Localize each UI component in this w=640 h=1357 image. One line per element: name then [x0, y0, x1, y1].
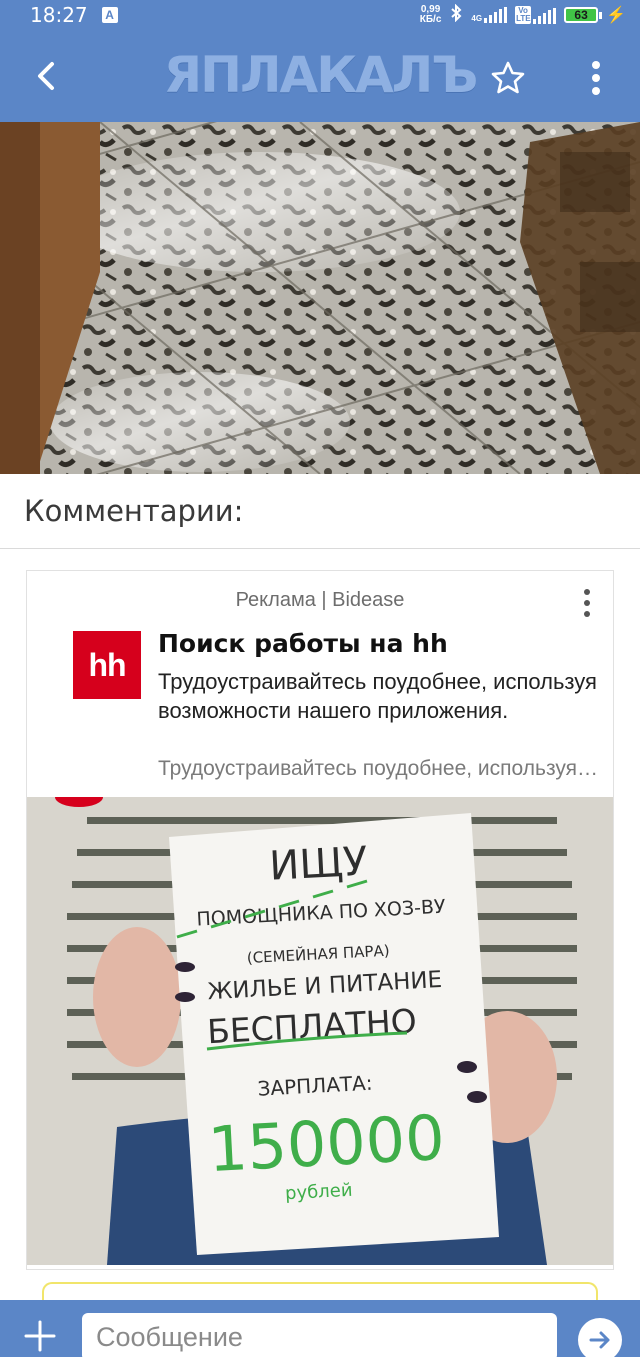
- sign-amount: 150000: [206, 1101, 446, 1186]
- ad-image[interactable]: ИЩУ ПОМОЩНИКА ПО ХОЗ-ВУ (СЕМЕЙНАЯ ПАРА) …: [27, 797, 613, 1265]
- signal-icon: 4G: [471, 7, 508, 23]
- status-indicators: 0,99 КБ/с 4G Vo LTE 63 ⚡: [420, 3, 626, 27]
- net-speed: 0,99 КБ/с: [420, 5, 442, 25]
- send-arrow-icon[interactable]: [578, 1318, 622, 1357]
- notification-icon: A: [101, 7, 118, 23]
- ad-description: Трудоустраивайтесь поудобнее, используя …: [158, 669, 597, 723]
- sim-tag-1: 4G: [471, 14, 483, 23]
- app-screen: 18:27 A 0,99 КБ/с 4G Vo LTE 63 ⚡ ЯПЛАКАЛ…: [0, 0, 640, 1357]
- attach-plus-icon[interactable]: [18, 1314, 62, 1357]
- ad-title[interactable]: Поиск работы на hh: [158, 629, 448, 658]
- post-image[interactable]: [0, 122, 640, 474]
- net-speed-unit: КБ/с: [419, 14, 442, 25]
- message-bar: [0, 1300, 640, 1357]
- signal-icon-2: Vo LTE: [515, 6, 557, 24]
- ad-more-icon[interactable]: [573, 583, 601, 623]
- app-header: ЯПЛАКАЛЪ: [0, 30, 640, 122]
- sign-line-1: ИЩУ: [268, 839, 368, 890]
- ad-card[interactable]: Реклама | Bidease hh Поиск работы на hh …: [26, 570, 614, 1270]
- battery-icon: 63 ⚡: [564, 5, 626, 25]
- more-vert-icon[interactable]: [572, 54, 620, 102]
- star-icon[interactable]: [484, 54, 532, 102]
- comments-title: Комментарии:: [24, 494, 244, 528]
- hh-logo[interactable]: hh: [73, 631, 141, 699]
- divider: [0, 548, 640, 549]
- ad-label: Реклама | Bidease: [235, 589, 405, 611]
- app-logo[interactable]: ЯПЛАКАЛЪ: [0, 46, 640, 104]
- battery-level: 63: [564, 7, 599, 23]
- ad-subtitle: Трудоустраивайтесь поудобнее, используя …: [158, 757, 603, 780]
- status-bar: 18:27 A 0,99 КБ/с 4G Vo LTE 63 ⚡: [0, 0, 640, 30]
- sim-tag-2: Vo LTE: [515, 6, 532, 24]
- sign-currency: рублей: [285, 1180, 353, 1205]
- charging-icon: ⚡: [606, 7, 626, 24]
- bluetooth-icon: [449, 3, 463, 27]
- status-time: 18:27: [30, 3, 88, 27]
- message-input[interactable]: [82, 1313, 557, 1357]
